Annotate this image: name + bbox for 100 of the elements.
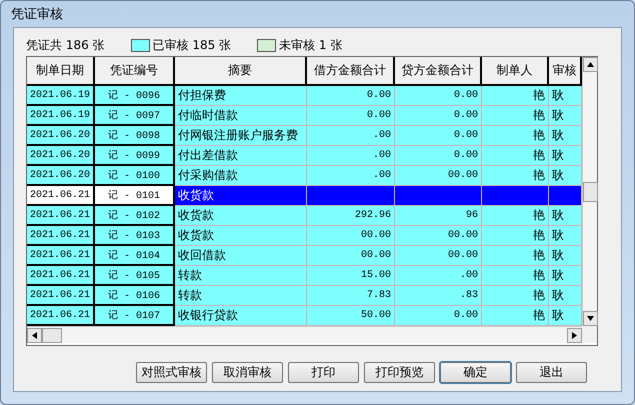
table-cell: .83 <box>395 286 482 306</box>
table-cell: .00 <box>307 146 395 166</box>
legend-label: 已审核 185 张 <box>152 36 232 54</box>
table-cell: 耿 <box>549 86 582 106</box>
table-cell: 0.00 <box>395 306 482 326</box>
table-cell: 记 - 0098 <box>95 126 175 146</box>
dialog-button[interactable]: 取消审核 <box>212 362 283 383</box>
table-cell: 记 - 0103 <box>95 226 175 246</box>
table-cell: 耿 <box>549 206 582 226</box>
table-cell: .00 <box>395 266 482 286</box>
table-cell: 2021.06.20 <box>27 126 95 146</box>
table-cell: 耿 <box>549 306 582 326</box>
table-cell: 2021.06.21 <box>27 246 95 266</box>
table-cell: 付临时借款 <box>175 106 307 126</box>
dialog-button[interactable]: 打印 <box>288 362 359 383</box>
dialog-button[interactable]: 对照式审核 <box>136 362 207 383</box>
column-header[interactable]: 贷方金额合计 <box>395 57 482 84</box>
column-header[interactable]: 凭证编号 <box>95 57 175 84</box>
window-title: 凭证审核 <box>11 6 63 23</box>
table-cell: 收货款 <box>175 206 307 226</box>
table-cell: 0.00 <box>395 86 482 106</box>
table-cell: 2021.06.21 <box>27 306 95 326</box>
table-cell: 收货款 <box>175 186 307 206</box>
table-cell: 2021.06.19 <box>27 106 95 126</box>
column-header[interactable]: 审核 <box>549 57 582 84</box>
column-header[interactable]: 制单日期 <box>27 57 95 84</box>
table-cell: 记 - 0107 <box>95 306 175 326</box>
table-cell: 00.00 <box>307 246 395 266</box>
table-cell: 记 - 0101 <box>95 186 175 206</box>
column-header[interactable]: 制单人 <box>482 57 549 84</box>
table-cell: 00.00 <box>307 226 395 246</box>
table-cell: 记 - 0100 <box>95 166 175 186</box>
table-cell: 2021.06.21 <box>27 206 95 226</box>
dialog-button[interactable]: 打印预览 <box>364 362 435 383</box>
table-cell: 记 - 0105 <box>95 266 175 286</box>
table-cell: 50.00 <box>307 306 395 326</box>
table-cell: .00 <box>307 126 395 146</box>
table-cell: 2021.06.21 <box>27 286 95 306</box>
table-cell: 转款 <box>175 266 307 286</box>
table-cell: 艳 <box>482 266 549 286</box>
table-cell: 艳 <box>482 146 549 166</box>
scroll-left-icon <box>32 332 37 338</box>
table-cell: 292.96 <box>307 206 395 226</box>
table-cell: 00.00 <box>395 166 482 186</box>
table-cell: 收货款 <box>175 226 307 246</box>
table-cell: 2021.06.21 <box>27 226 95 246</box>
table-cell: 耿 <box>549 266 582 286</box>
scroll-thumb[interactable] <box>583 182 598 202</box>
scroll-right-icon <box>572 332 577 338</box>
table-cell: 艳 <box>482 206 549 226</box>
dialog-button[interactable]: 确定 <box>440 362 511 383</box>
scroll-up-icon <box>587 62 594 67</box>
table-cell: 记 - 0099 <box>95 146 175 166</box>
table-cell: 艳 <box>482 246 549 266</box>
table-cell: 15.00 <box>307 266 395 286</box>
table-cell: 记 - 0102 <box>95 206 175 226</box>
table-cell: 0.00 <box>395 126 482 146</box>
table-cell: .00 <box>307 166 395 186</box>
column-header[interactable]: 摘要 <box>175 57 307 84</box>
table-cell <box>482 186 549 206</box>
table-cell: 艳 <box>482 166 549 186</box>
table-cell: 2021.06.21 <box>27 266 95 286</box>
table-cell: 0.00 <box>307 86 395 106</box>
table-cell: 耿 <box>549 286 582 306</box>
table-cell: 付采购借款 <box>175 166 307 186</box>
table-cell: 付担保费 <box>175 86 307 106</box>
table-cell: 记 - 0106 <box>95 286 175 306</box>
table-cell: 00.00 <box>395 226 482 246</box>
dialog-button[interactable]: 退出 <box>516 362 587 383</box>
table-cell: 耿 <box>549 146 582 166</box>
scrollbar-corner <box>582 326 597 343</box>
column-header[interactable]: 借方金额合计 <box>307 57 395 84</box>
table-cell: 2021.06.19 <box>27 86 95 106</box>
horizontal-scrollbar[interactable] <box>27 326 582 343</box>
table-cell: 艳 <box>482 226 549 246</box>
table-cell: 艳 <box>482 106 549 126</box>
table-cell: 艳 <box>482 86 549 106</box>
table-cell: 艳 <box>482 126 549 146</box>
table-cell: 记 - 0096 <box>95 86 175 106</box>
scroll-thumb[interactable] <box>42 328 62 342</box>
vertical-scrollbar[interactable] <box>582 57 597 326</box>
table-cell: 付出差借款 <box>175 146 307 166</box>
table-cell: 2021.06.20 <box>27 166 95 186</box>
table-cell: 耿 <box>549 226 582 246</box>
table-cell: 0.00 <box>307 106 395 126</box>
table-cell: 00.00 <box>395 246 482 266</box>
table-cell: 2021.06.21 <box>27 186 95 206</box>
table-cell: 耿 <box>549 166 582 186</box>
table-cell: 7.83 <box>307 286 395 306</box>
table-cell: 0.00 <box>395 106 482 126</box>
table-cell: 艳 <box>482 286 549 306</box>
table-cell: 0.00 <box>395 146 482 166</box>
table-cell: 收银行贷款 <box>175 306 307 326</box>
scroll-down-icon <box>587 316 594 321</box>
table-cell: 96 <box>395 206 482 226</box>
table-cell <box>549 186 582 206</box>
table-cell: 耿 <box>549 246 582 266</box>
table-cell: 耿 <box>549 106 582 126</box>
table-cell: 艳 <box>482 306 549 326</box>
table-cell: 2021.06.20 <box>27 146 95 166</box>
